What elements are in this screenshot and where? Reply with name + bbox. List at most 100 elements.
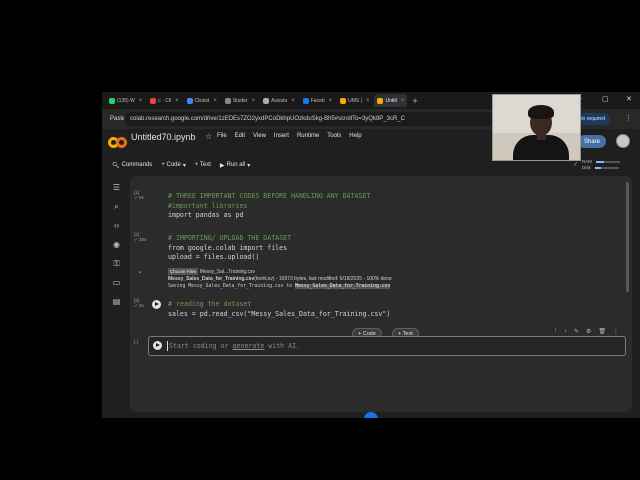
tab-favicon-icon [302,97,309,104]
cell-run-time: 38s [139,237,147,242]
close-icon[interactable]: ✕ [626,95,632,103]
code-cell-1[interactable]: # THREE IMPORTANT CODES BEFORE HANDLING … [168,192,370,221]
webcam-overlay [492,94,581,161]
choose-files-button[interactable]: Choose Files [168,268,199,275]
browser-menu-icon[interactable]: ⋮ [625,114,632,122]
close-tab-icon[interactable]: × [329,98,333,104]
generate-link[interactable]: generate [233,342,265,350]
code-cell-3[interactable]: # reading the dataset sales = pd.read_csv… [168,300,390,319]
saving-text: Saving Messy_Sales_Data_for_Training.csv… [168,284,296,289]
colab-logo-icon[interactable] [108,137,127,149]
star-icon[interactable]: ☆ [205,132,212,141]
menu-edit[interactable]: Edit [235,133,245,139]
run-all-label: Run all [226,162,246,168]
settings-icon[interactable]: ⚙ [586,328,591,335]
code-line: import pandas as pd [168,211,244,220]
run-all-button[interactable]: ▶ Run all ▾ [220,162,250,169]
resource-indicator[interactable]: RAM Disk [582,159,630,171]
secrets-icon[interactable]: ⚿ [112,259,121,268]
menu-view[interactable]: View [253,133,266,139]
magic-wand-icon[interactable]: ✎ [574,328,579,335]
commands-button[interactable]: 🔍︎ Commands [112,162,152,169]
share-button[interactable]: Share [578,135,606,148]
scrollbar[interactable] [626,182,629,292]
browser-tab[interactable]: Clickst × [184,94,220,107]
delete-icon[interactable]: 🗑︎ [598,328,606,335]
cell-2-gutter: [2] ✓ 38s [134,232,146,242]
move-down-icon[interactable]: ↓ [564,328,567,335]
cell-toolbar: ↑ ↓ ✎ ⚙ 🗑︎ ⋮ [554,328,619,335]
tab-favicon-icon [263,97,270,104]
menu-help[interactable]: Help [349,133,361,139]
tab-label: Untitl [385,97,397,104]
tab-favicon-icon [150,97,157,104]
menu-runtime[interactable]: Runtime [297,133,319,139]
run-cell-button[interactable] [152,300,161,309]
close-tab-icon[interactable]: × [366,98,370,104]
browser-tab[interactable]: Assista × [260,94,298,107]
cell-run-time: 0s [139,303,144,308]
menu-tools[interactable]: Tools [327,133,341,139]
tab-label: Studer [232,97,248,104]
folder-icon[interactable]: ▭ [112,278,121,287]
browser-tab[interactable]: Studer × [222,94,258,107]
saving-target: Messy_Sales_Data_for_Training.csv [295,284,391,289]
close-tab-icon[interactable]: × [401,98,405,104]
upload-output: Choose Files Messy_Sal...Training.csv Me… [168,268,392,290]
active-code-cell[interactable]: Start coding or generate with AI. [148,336,626,356]
toc-icon[interactable]: ☰ [112,183,121,192]
menu-insert[interactable]: Insert [274,133,289,139]
uploaded-file-name: Messy_Sales_Data_for_Training.csv [168,276,255,282]
tab-label: (135) W [117,97,135,104]
tab-favicon-icon [377,97,384,104]
connected-check-icon: ✓ [572,162,578,168]
close-tab-icon[interactable]: × [175,98,179,104]
search-icon[interactable]: ⌕ [112,202,121,211]
browser-tab[interactable]: UMS | × [337,94,372,107]
chevron-down-icon: ▾ [182,162,186,169]
disk-bar [594,166,619,169]
placeholder-start: Start coding or [169,342,233,350]
close-tab-icon[interactable]: × [252,98,256,104]
move-up-icon[interactable]: ↑ [554,328,557,335]
menu-file[interactable]: File [217,133,227,139]
run-cell-button[interactable] [153,341,162,350]
browser-tab[interactable]: c · Cli × [147,94,181,107]
placeholder-end: with AI. [264,342,301,350]
close-tab-icon[interactable]: × [139,98,143,104]
browser-tab[interactable]: Faceb × [300,94,335,107]
avatar[interactable] [616,134,630,148]
new-tab-button[interactable]: + [412,96,417,106]
close-tab-icon[interactable]: × [213,98,217,104]
browser-tab[interactable]: (135) W × [106,94,145,107]
variables-icon[interactable]: ◉ [112,240,121,249]
terminal-icon[interactable]: ▤ [112,297,121,306]
check-icon: ✓ 38s [134,237,147,242]
code-line: # reading the dataset [168,300,252,308]
chosen-file-name: Messy_Sal...Training.csv [199,269,256,275]
more-options-icon[interactable]: ⋮ [613,328,619,335]
close-tab-icon[interactable]: × [291,98,295,104]
tab-label: Assista [271,97,288,104]
code-cell-2[interactable]: # IMPORTING/ UPLOAD THE DATASET from goog… [168,234,291,263]
check-icon: ✓ 0s [134,303,144,308]
add-code-label: + Code [161,162,181,168]
address-bar[interactable]: colab.research.google.com/drive/1zEDEs7Z… [124,112,494,126]
notebook-title[interactable]: Untitled70.ipynb [131,132,196,142]
play-icon: ▶ [219,162,225,169]
tab-favicon-icon [186,97,193,104]
notebook-area: [1] ✓ 0s # THREE IMPORTANT CODES BEFORE … [130,176,632,412]
collapse-output-icon[interactable]: ⌄ [137,268,143,275]
add-text-button[interactable]: + Text [195,162,211,168]
blue-indicator [364,412,378,418]
tab-favicon-icon [224,97,231,104]
disk-bar-fill [594,166,601,169]
chevron-down-icon: ▾ [247,162,251,169]
browser-tab[interactable]: Untitl × [374,94,408,107]
code-snippets-icon[interactable]: ‹› [112,221,121,230]
tab-favicon-icon [109,97,115,104]
add-code-button[interactable]: + Code ▾ [161,162,186,169]
maximize-icon[interactable]: ▢ [602,95,609,103]
code-line: #important libraries [168,201,248,210]
disk-label: Disk [582,165,591,170]
